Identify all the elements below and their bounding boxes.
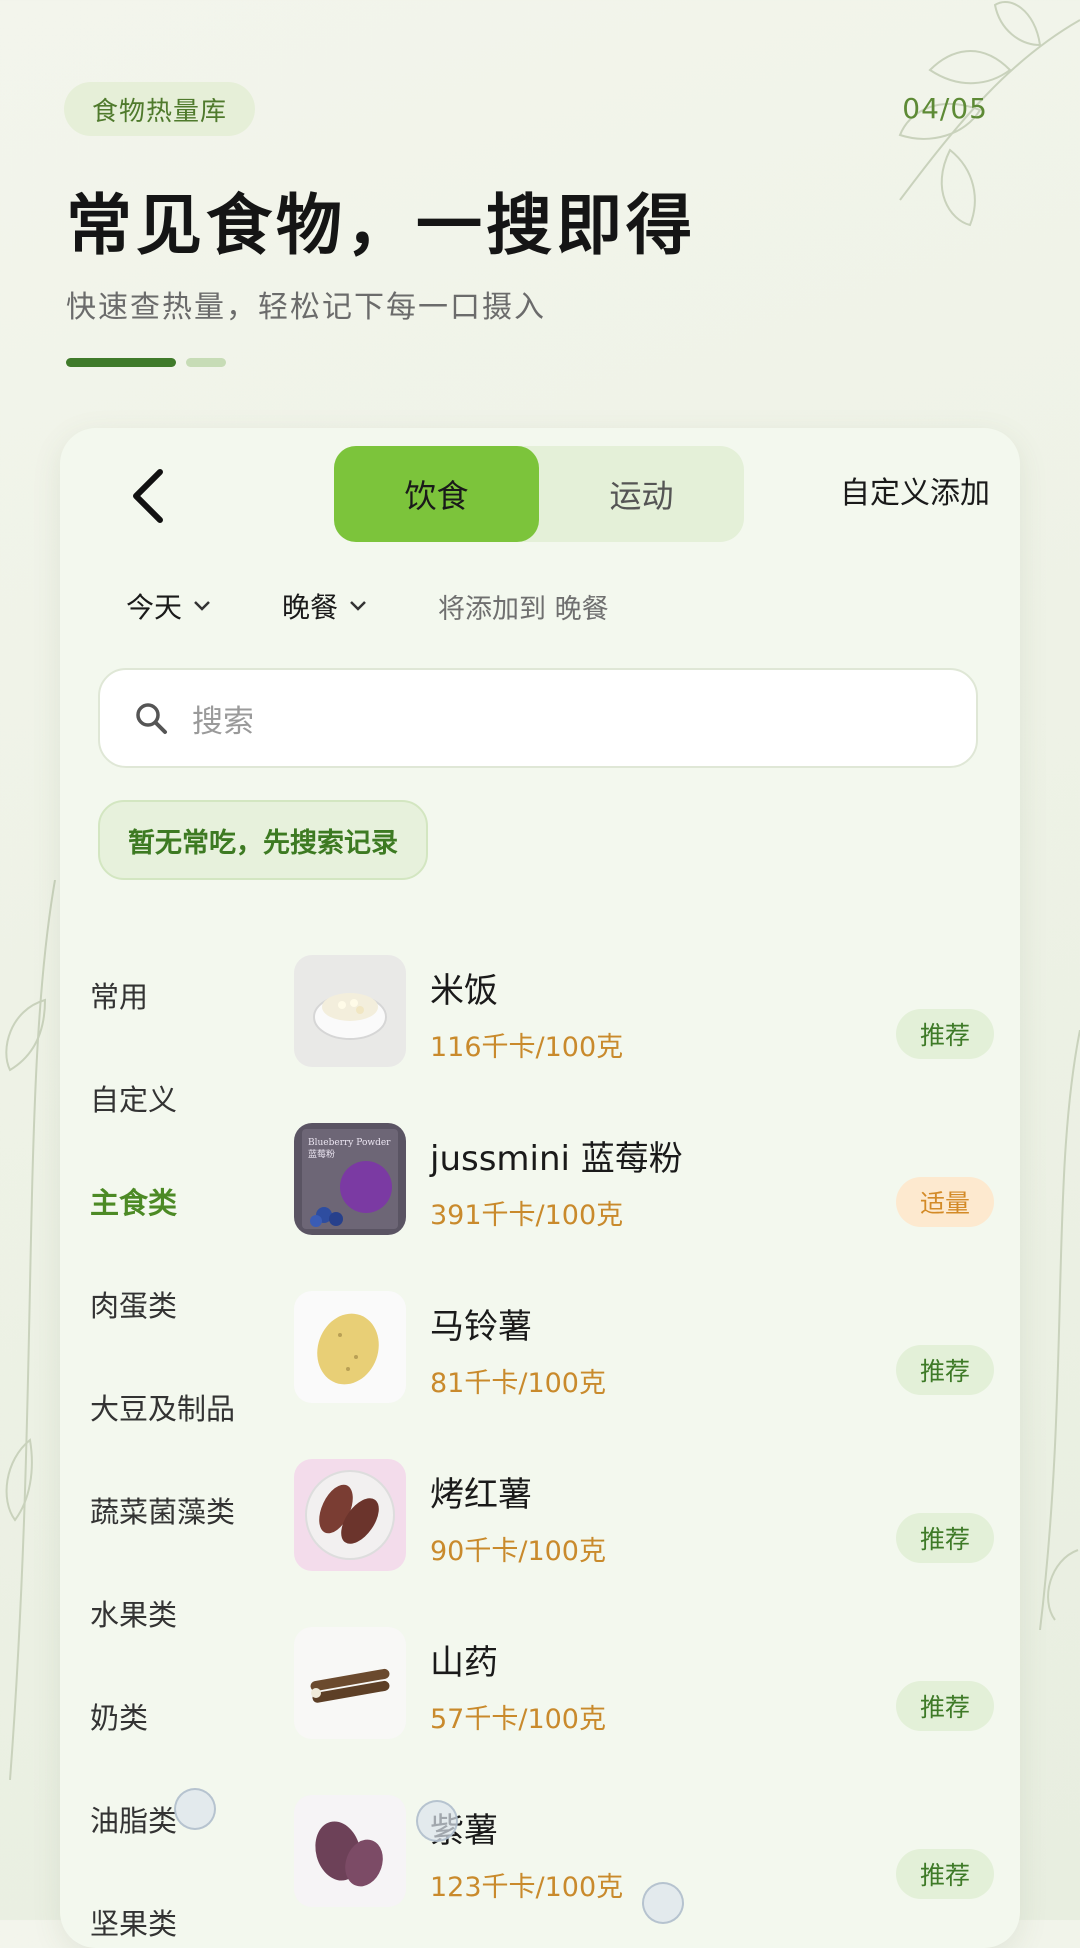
food-name: 烤红薯 [430, 1475, 532, 1515]
search-placeholder: 搜索 [192, 703, 254, 740]
meal-dropdown-label: 晚餐 [282, 591, 339, 624]
food-calories: 81千卡/100克 [430, 1368, 606, 1399]
recommend-badge: 推荐 [896, 1009, 994, 1059]
blueberry-package-sublabel: 蓝莓粉 [308, 1148, 335, 1160]
touch-indicator-dot [642, 1882, 684, 1924]
page-indicator: 04/05 [902, 92, 988, 125]
category-item-custom[interactable]: 自定义 [90, 1046, 290, 1149]
leaf-decoration-top-right [898, 0, 1080, 227]
category-item-meat-egg[interactable]: 肉蛋类 [90, 1252, 290, 1355]
app-screen-card: 饮食 运动 自定义添加 今天 晚餐 将添加到 晚餐 搜索 暂无常吃，先搜索记录 … [60, 428, 1020, 1948]
food-name: 米饭 [430, 971, 498, 1011]
blueberry-package-label: Blueberry Powder [308, 1138, 391, 1148]
food-item-roasted-sweet-potato[interactable]: 烤红薯 90千卡/100克 推荐 [294, 1447, 994, 1615]
food-list: 米饭 116千卡/100克 推荐 Blueberry Powder 蓝莓粉 ju… [294, 943, 994, 1948]
food-calories: 391千卡/100克 [430, 1200, 624, 1231]
rice-thumbnail [294, 955, 406, 1067]
recommend-badge: 推荐 [896, 1849, 994, 1899]
back-button[interactable] [116, 464, 180, 528]
category-item-soy[interactable]: 大豆及制品 [90, 1355, 290, 1458]
search-input[interactable]: 搜索 [98, 668, 978, 768]
progress-segment-inactive [186, 358, 226, 367]
purple-sweet-potato-thumbnail [294, 1795, 406, 1907]
meal-dropdown[interactable]: 晚餐 [282, 586, 368, 626]
day-dropdown-label: 今天 [126, 591, 183, 624]
yam-thumbnail [294, 1627, 406, 1739]
food-name: 山药 [430, 1643, 498, 1683]
category-item-nut[interactable]: 坚果类 [90, 1870, 290, 1948]
day-dropdown[interactable]: 今天 [126, 586, 212, 626]
food-item-rice[interactable]: 米饭 116千卡/100克 推荐 [294, 943, 994, 1111]
recommend-badge: 推荐 [896, 1345, 994, 1395]
progress-indicator [66, 358, 226, 367]
moderate-badge: 适量 [896, 1177, 994, 1227]
category-item-fruit[interactable]: 水果类 [90, 1561, 290, 1664]
category-item-vegetable[interactable]: 蔬菜菌藻类 [90, 1458, 290, 1561]
progress-segment-active [66, 358, 176, 367]
search-icon [136, 703, 167, 734]
add-target-hint: 将添加到 晚餐 [438, 593, 609, 625]
blueberry-powder-thumbnail: Blueberry Powder 蓝莓粉 [294, 1123, 406, 1235]
chevron-down-icon [350, 601, 366, 611]
touch-indicator-dot [174, 1788, 216, 1830]
roasted-sweet-potato-thumbnail [294, 1459, 406, 1571]
tab-exercise[interactable]: 运动 [539, 446, 744, 542]
food-item-purple-sweet-potato[interactable]: 紫薯 123千卡/100克 推荐 [294, 1783, 994, 1948]
page-title: 常见食物，一搜即得 [66, 187, 696, 264]
custom-add-button[interactable]: 自定义添加 [840, 468, 990, 512]
category-item-staple[interactable]: 主食类 [90, 1149, 290, 1252]
food-item-potato[interactable]: 马铃薯 81千卡/100克 推荐 [294, 1279, 994, 1447]
recent-foods-chip[interactable]: 暂无常吃，先搜索记录 [98, 800, 428, 880]
food-name: 马铃薯 [430, 1307, 532, 1347]
food-calories: 123千卡/100克 [430, 1872, 624, 1903]
chevron-down-icon [194, 601, 210, 611]
food-calories: 90千卡/100克 [430, 1536, 606, 1567]
category-item-common[interactable]: 常用 [90, 943, 290, 1046]
food-calories: 116千卡/100克 [430, 1032, 624, 1063]
food-name: jussmini 蓝莓粉 [430, 1139, 683, 1179]
touch-indicator-dot [416, 1800, 458, 1842]
filter-row: 今天 晚餐 将添加到 晚餐 [126, 586, 609, 626]
recommend-badge: 推荐 [896, 1681, 994, 1731]
category-item-dairy[interactable]: 奶类 [90, 1664, 290, 1767]
leaf-decoration-right [1039, 1030, 1080, 1630]
page-subtitle: 快速查热量，轻松记下每一口摄入 [66, 290, 546, 325]
category-tag: 食物热量库 [64, 82, 256, 136]
tab-diet[interactable]: 饮食 [334, 446, 539, 542]
recommend-badge: 推荐 [896, 1513, 994, 1563]
chevron-left-icon [133, 469, 163, 523]
potato-thumbnail [294, 1291, 406, 1403]
food-calories: 57千卡/100克 [430, 1704, 606, 1735]
food-item-yam[interactable]: 山药 57千卡/100克 推荐 [294, 1615, 994, 1783]
mode-segmented-control: 饮食 运动 [334, 446, 744, 542]
food-item-blueberry-powder[interactable]: Blueberry Powder 蓝莓粉 jussmini 蓝莓粉 391千卡/… [294, 1111, 994, 1279]
